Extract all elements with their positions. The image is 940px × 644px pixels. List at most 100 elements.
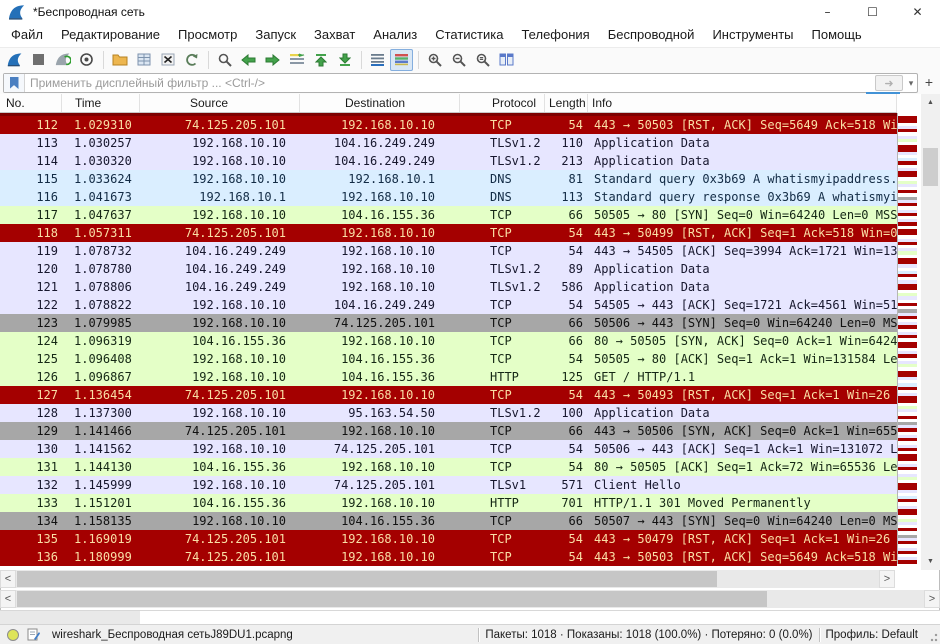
- menu-статистика[interactable]: Статистика: [426, 23, 512, 47]
- packet-row[interactable]: 1131.030257192.168.10.10104.16.249.249TL…: [0, 134, 897, 152]
- hscrollbar-thumb[interactable]: [17, 591, 767, 607]
- apply-filter-icon[interactable]: ➜: [875, 75, 903, 91]
- start-capture-icon[interactable]: [3, 49, 26, 71]
- scroll-down-icon[interactable]: ▼: [921, 553, 940, 570]
- capture-options-icon[interactable]: [75, 49, 98, 71]
- scroll-left-icon[interactable]: <: [0, 590, 16, 608]
- close-file-icon[interactable]: [156, 49, 179, 71]
- cell-src: 192.168.10.10: [140, 404, 300, 422]
- packet-row[interactable]: 1251.096408192.168.10.10104.16.155.36TCP…: [0, 350, 897, 368]
- add-filter-button[interactable]: +: [921, 73, 937, 91]
- hscrollbar-thumb[interactable]: [17, 571, 717, 587]
- menu-телефония[interactable]: Телефония: [512, 23, 598, 47]
- packet-row[interactable]: 1331.151201104.16.155.36192.168.10.10HTT…: [0, 494, 897, 512]
- intelligent-scrollbar-minimap[interactable]: [897, 113, 917, 564]
- packet-row[interactable]: 1221.078822192.168.10.10104.16.249.249TC…: [0, 296, 897, 314]
- maximize-button[interactable]: ☐: [850, 0, 895, 23]
- packet-list-hscrollbar[interactable]: < >: [0, 570, 895, 588]
- cell-len: 54: [545, 440, 588, 458]
- column-header-length[interactable]: Length: [545, 94, 588, 112]
- profile-label[interactable]: Профиль: Default: [826, 629, 918, 641]
- go-to-packet-icon[interactable]: [285, 49, 308, 71]
- packet-row[interactable]: 1311.144130104.16.155.36192.168.10.10TCP…: [0, 458, 897, 476]
- packet-row[interactable]: 1261.096867192.168.10.10104.16.155.36HTT…: [0, 368, 897, 386]
- go-first-packet-icon[interactable]: [309, 49, 332, 71]
- secondary-hscrollbar[interactable]: < >: [0, 590, 940, 608]
- save-file-icon[interactable]: [132, 49, 155, 71]
- column-header-no[interactable]: No.: [0, 94, 62, 112]
- auto-scroll-icon[interactable]: [366, 49, 389, 71]
- scroll-right-icon[interactable]: >: [924, 590, 940, 608]
- packet-row[interactable]: 1231.079985192.168.10.1074.125.205.101TC…: [0, 314, 897, 332]
- zoom-normal-icon[interactable]: [471, 49, 494, 71]
- menu-файл[interactable]: Файл: [2, 23, 52, 47]
- cell-proto: TCP: [460, 116, 545, 134]
- cell-no: 114: [0, 152, 62, 170]
- packet-row[interactable]: 1281.137300192.168.10.1095.163.54.50TLSv…: [0, 404, 897, 422]
- menu-захват[interactable]: Захват: [305, 23, 364, 47]
- zoom-in-icon[interactable]: [423, 49, 446, 71]
- packet-row[interactable]: 1301.141562192.168.10.1074.125.205.101TC…: [0, 440, 897, 458]
- resize-grip[interactable]: [928, 628, 938, 642]
- cell-proto: TLSv1: [460, 476, 545, 494]
- reload-icon[interactable]: [180, 49, 203, 71]
- packet-row[interactable]: 1341.158135192.168.10.10104.16.155.36TCP…: [0, 512, 897, 530]
- packet-row[interactable]: 1141.030320192.168.10.10104.16.249.249TL…: [0, 152, 897, 170]
- packet-row[interactable]: 1271.13645474.125.205.101192.168.10.10TC…: [0, 386, 897, 404]
- menu-помощь[interactable]: Помощь: [803, 23, 871, 47]
- scroll-right-icon[interactable]: >: [879, 570, 895, 588]
- restart-capture-icon[interactable]: [51, 49, 74, 71]
- expert-info-icon[interactable]: [7, 629, 19, 641]
- menu-беспроводной[interactable]: Беспроводной: [599, 23, 704, 47]
- colorize-icon[interactable]: [390, 49, 413, 71]
- packet-row[interactable]: 1351.16901974.125.205.101192.168.10.10TC…: [0, 530, 897, 548]
- column-header-destination[interactable]: Destination: [300, 94, 460, 112]
- packet-row[interactable]: 1361.18099974.125.205.101192.168.10.10TC…: [0, 548, 897, 566]
- packet-row[interactable]: 1161.041673192.168.10.1192.168.10.10DNS1…: [0, 188, 897, 206]
- resize-columns-icon[interactable]: [495, 49, 518, 71]
- vertical-scrollbar-thumb[interactable]: [923, 148, 938, 186]
- cell-info: 443 → 50493 [RST, ACK] Seq=1 Ack=1 Win=2…: [588, 386, 897, 404]
- packet-row[interactable]: 1291.14146674.125.205.101192.168.10.10TC…: [0, 422, 897, 440]
- packet-row[interactable]: 1211.078806104.16.249.249192.168.10.10TL…: [0, 278, 897, 296]
- menu-анализ[interactable]: Анализ: [364, 23, 426, 47]
- capture-file-name[interactable]: wireshark_Беспроводная сетьJ89DU1.pcapng: [52, 629, 472, 641]
- column-header-protocol[interactable]: Protocol: [460, 94, 545, 112]
- column-header-source[interactable]: Source: [140, 94, 300, 112]
- scroll-up-icon[interactable]: ▲: [921, 94, 940, 111]
- cell-src: 104.16.249.249: [140, 260, 300, 278]
- go-last-packet-icon[interactable]: [333, 49, 356, 71]
- menu-инструменты[interactable]: Инструменты: [703, 23, 802, 47]
- filter-dropdown-icon[interactable]: ▾: [905, 78, 917, 89]
- vertical-scrollbar[interactable]: ▲ ▼: [921, 94, 940, 570]
- packet-row[interactable]: 1171.047637192.168.10.10104.16.155.36TCP…: [0, 206, 897, 224]
- menu-запуск[interactable]: Запуск: [246, 23, 305, 47]
- menu-редактирование[interactable]: Редактирование: [52, 23, 169, 47]
- packet-row[interactable]: 1201.078780104.16.249.249192.168.10.10TL…: [0, 260, 897, 278]
- cell-no: 130: [0, 440, 62, 458]
- scroll-left-icon[interactable]: <: [0, 570, 16, 588]
- packet-row[interactable]: 1191.078732104.16.249.249192.168.10.10TC…: [0, 242, 897, 260]
- find-packet-icon[interactable]: [213, 49, 236, 71]
- packet-row[interactable]: 1151.033624192.168.10.10192.168.10.1DNS8…: [0, 170, 897, 188]
- packet-row[interactable]: 1181.05731174.125.205.101192.168.10.10TC…: [0, 224, 897, 242]
- close-button[interactable]: ✕: [895, 0, 940, 23]
- column-header-time[interactable]: Time: [62, 94, 140, 112]
- open-file-icon[interactable]: [108, 49, 131, 71]
- cell-time: 1.136454: [62, 386, 140, 404]
- packet-row[interactable]: 1321.145999192.168.10.1074.125.205.101TL…: [0, 476, 897, 494]
- go-forward-icon[interactable]: [261, 49, 284, 71]
- stop-capture-icon[interactable]: [27, 49, 50, 71]
- display-filter-input[interactable]: Применить дисплейный фильтр ... <Ctrl-/>…: [3, 73, 918, 93]
- cell-no: 135: [0, 530, 62, 548]
- go-back-icon[interactable]: [237, 49, 260, 71]
- packet-row[interactable]: 1241.096319104.16.155.36192.168.10.10TCP…: [0, 332, 897, 350]
- column-header-info[interactable]: Info: [588, 94, 897, 112]
- zoom-out-icon[interactable]: [447, 49, 470, 71]
- cell-info: 443 → 50503 [RST, ACK] Seq=5649 Ack=518 …: [588, 548, 897, 566]
- menu-просмотр[interactable]: Просмотр: [169, 23, 246, 47]
- packet-row[interactable]: 1121.02931074.125.205.101192.168.10.10TC…: [0, 116, 897, 134]
- minimize-button[interactable]: –: [805, 0, 850, 23]
- filter-bookmark-icon[interactable]: [4, 74, 25, 92]
- capture-comment-icon[interactable]: [27, 628, 40, 641]
